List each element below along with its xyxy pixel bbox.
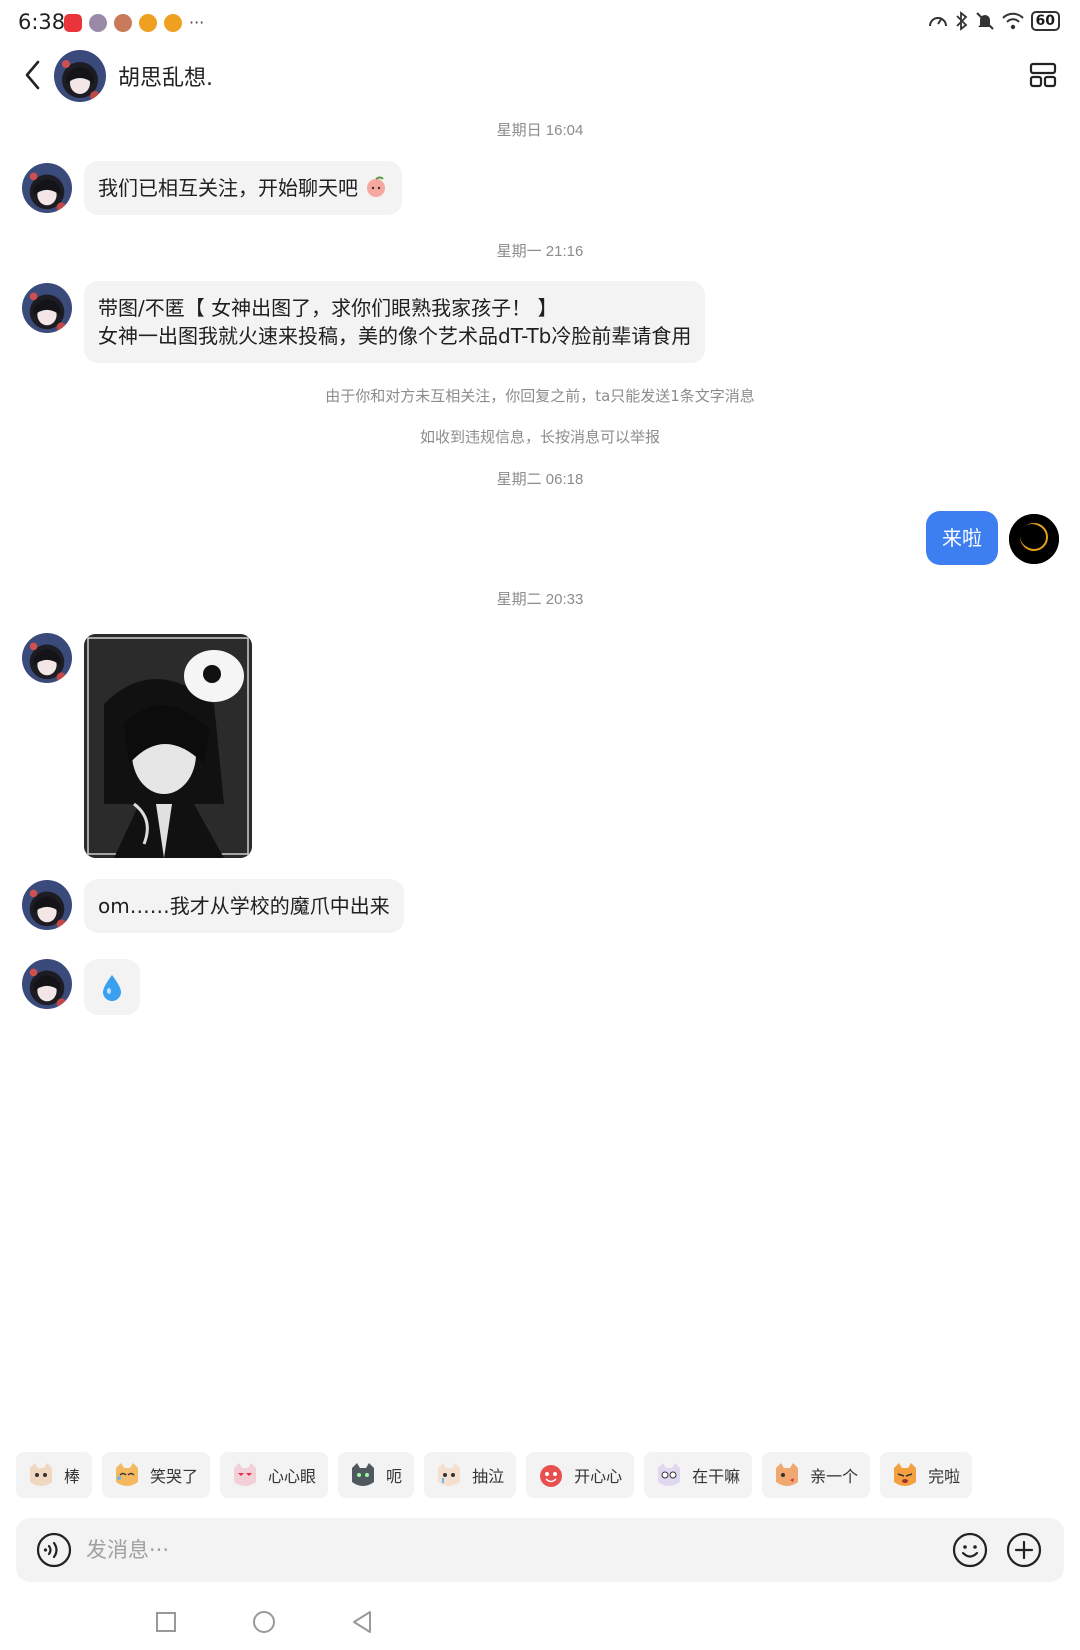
back-arrow-icon[interactable] xyxy=(20,58,46,92)
avatar-image xyxy=(22,959,72,1009)
sticker-label: 棒 xyxy=(64,1467,81,1486)
message-text: 女神一出图我就火速来投稿，美的像个艺术品dT-Tb冷脸前辈请食用 xyxy=(98,324,692,348)
contact-avatar-small[interactable] xyxy=(22,880,72,930)
eclipse-avatar-image xyxy=(1009,514,1059,564)
cat-sticker-icon xyxy=(776,1463,799,1486)
avatar-image xyxy=(22,163,72,213)
weibo-icon xyxy=(139,13,157,32)
avatar-image xyxy=(54,50,106,102)
weibo-icon xyxy=(164,13,182,32)
sticker-label: 抽泣 xyxy=(472,1467,505,1486)
peach-emoji-icon xyxy=(367,176,386,197)
message-bubble[interactable]: 我们已相互关注，开始聊天吧 xyxy=(84,161,403,215)
message-bubble[interactable]: 带图/不匿【 女神出图了，求你们眼熟我家孩子！ 】 女神一出图我就火速来投稿，美… xyxy=(84,281,706,363)
mute-icon xyxy=(975,12,994,30)
emoji-icon[interactable] xyxy=(952,1532,988,1568)
sticker-button[interactable]: 开心心 xyxy=(526,1452,635,1498)
notification-icons: ··· xyxy=(64,13,204,32)
anime-artwork-image xyxy=(84,634,252,858)
sticker-label: 开心心 xyxy=(574,1467,623,1486)
contact-avatar-small[interactable] xyxy=(22,163,72,213)
sticker-button[interactable]: 心心眼 xyxy=(220,1452,329,1498)
wifi-icon xyxy=(1001,12,1024,30)
status-bar: 6:38 ··· 60 xyxy=(0,0,1080,46)
message-text: 来啦 xyxy=(942,526,982,550)
sticker-label: 心心眼 xyxy=(268,1467,317,1486)
my-avatar[interactable] xyxy=(1009,514,1059,564)
more-notifications-icon: ··· xyxy=(189,13,205,32)
sticker-button[interactable]: 呃 xyxy=(338,1452,415,1498)
bluetooth-icon xyxy=(955,11,967,31)
avatar-image xyxy=(22,633,72,683)
cat-sticker-icon xyxy=(438,1463,461,1486)
speed-icon xyxy=(928,17,947,27)
sticker-button[interactable]: 棒 xyxy=(16,1452,93,1498)
contact-avatar-small[interactable] xyxy=(22,959,72,1009)
plus-icon[interactable] xyxy=(1006,1532,1042,1568)
home-icon[interactable] xyxy=(250,1608,278,1636)
cat-sticker-icon xyxy=(352,1463,375,1486)
battery-icon: 60 xyxy=(1030,11,1060,31)
cat-sticker-icon xyxy=(658,1463,681,1486)
status-time: 6:38 xyxy=(18,10,66,34)
layout-menu-icon[interactable] xyxy=(1028,60,1058,90)
message-text: 我们已相互关注，开始聊天吧 xyxy=(98,176,358,200)
message-text: om……我才从学校的魔爪中出来 xyxy=(98,894,390,918)
cat-sticker-icon xyxy=(234,1463,257,1486)
cat-sticker-icon xyxy=(540,1465,563,1487)
contact-name: 胡思乱想. xyxy=(118,66,213,91)
message-input-bar xyxy=(16,1518,1064,1582)
system-notice: 由于你和对方未互相关注，你回复之前，ta只能发送1条文字消息 xyxy=(325,387,755,405)
contact-avatar-small[interactable] xyxy=(22,633,72,683)
timestamp: 星期一 21:16 xyxy=(496,243,584,260)
cat-sticker-icon xyxy=(30,1463,52,1486)
water-drop-emoji-icon xyxy=(103,975,121,1001)
system-nav-bar xyxy=(0,1600,1080,1650)
back-icon[interactable] xyxy=(348,1608,376,1636)
sticker-label: 亲一个 xyxy=(810,1467,859,1486)
avatar-image xyxy=(22,880,72,930)
contact-avatar[interactable] xyxy=(54,50,106,102)
sticker-button[interactable]: 笑哭了 xyxy=(102,1452,211,1498)
timestamp: 星期日 16:04 xyxy=(496,122,584,139)
system-icons: 60 xyxy=(927,11,1060,31)
sticker-label: 完啦 xyxy=(928,1467,961,1486)
cat-sticker-icon xyxy=(116,1463,139,1486)
app-notification-icon xyxy=(114,13,132,32)
avatar-image xyxy=(22,283,72,333)
system-notice: 如收到违规信息，长按消息可以举报 xyxy=(419,428,660,446)
timestamp: 星期二 06:18 xyxy=(496,471,584,488)
app-notification-icon xyxy=(64,13,82,32)
recents-icon[interactable] xyxy=(152,1608,180,1636)
sticker-button[interactable]: 完啦 xyxy=(880,1452,973,1498)
sticker-label: 呃 xyxy=(386,1467,403,1486)
message-text: 带图/不匿【 女神出图了，求你们眼熟我家孩子！ 】 xyxy=(98,296,558,320)
my-message-bubble[interactable]: 来啦 xyxy=(926,511,998,565)
timestamp: 星期二 20:33 xyxy=(496,591,584,608)
image-message[interactable] xyxy=(84,634,252,858)
app-notification-icon xyxy=(89,13,107,32)
chat-header: 胡思乱想. xyxy=(0,46,1080,106)
message-input[interactable] xyxy=(86,1528,886,1572)
sticker-button[interactable]: 抽泣 xyxy=(424,1452,517,1498)
sticker-label: 笑哭了 xyxy=(150,1467,199,1486)
sticker-label: 在干嘛 xyxy=(692,1467,741,1486)
sticker-suggestions: 棒 笑哭了 心心眼 呃 抽泣 开心心 在干嘛 亲一个 完啦 xyxy=(16,1452,973,1498)
sticker-button[interactable]: 在干嘛 xyxy=(644,1452,753,1498)
contact-avatar-small[interactable] xyxy=(22,283,72,333)
message-bubble[interactable] xyxy=(84,959,140,1015)
voice-icon[interactable] xyxy=(36,1532,72,1568)
cat-sticker-icon xyxy=(894,1463,917,1486)
message-bubble[interactable]: om……我才从学校的魔爪中出来 xyxy=(84,879,404,933)
sticker-button[interactable]: 亲一个 xyxy=(762,1452,871,1498)
